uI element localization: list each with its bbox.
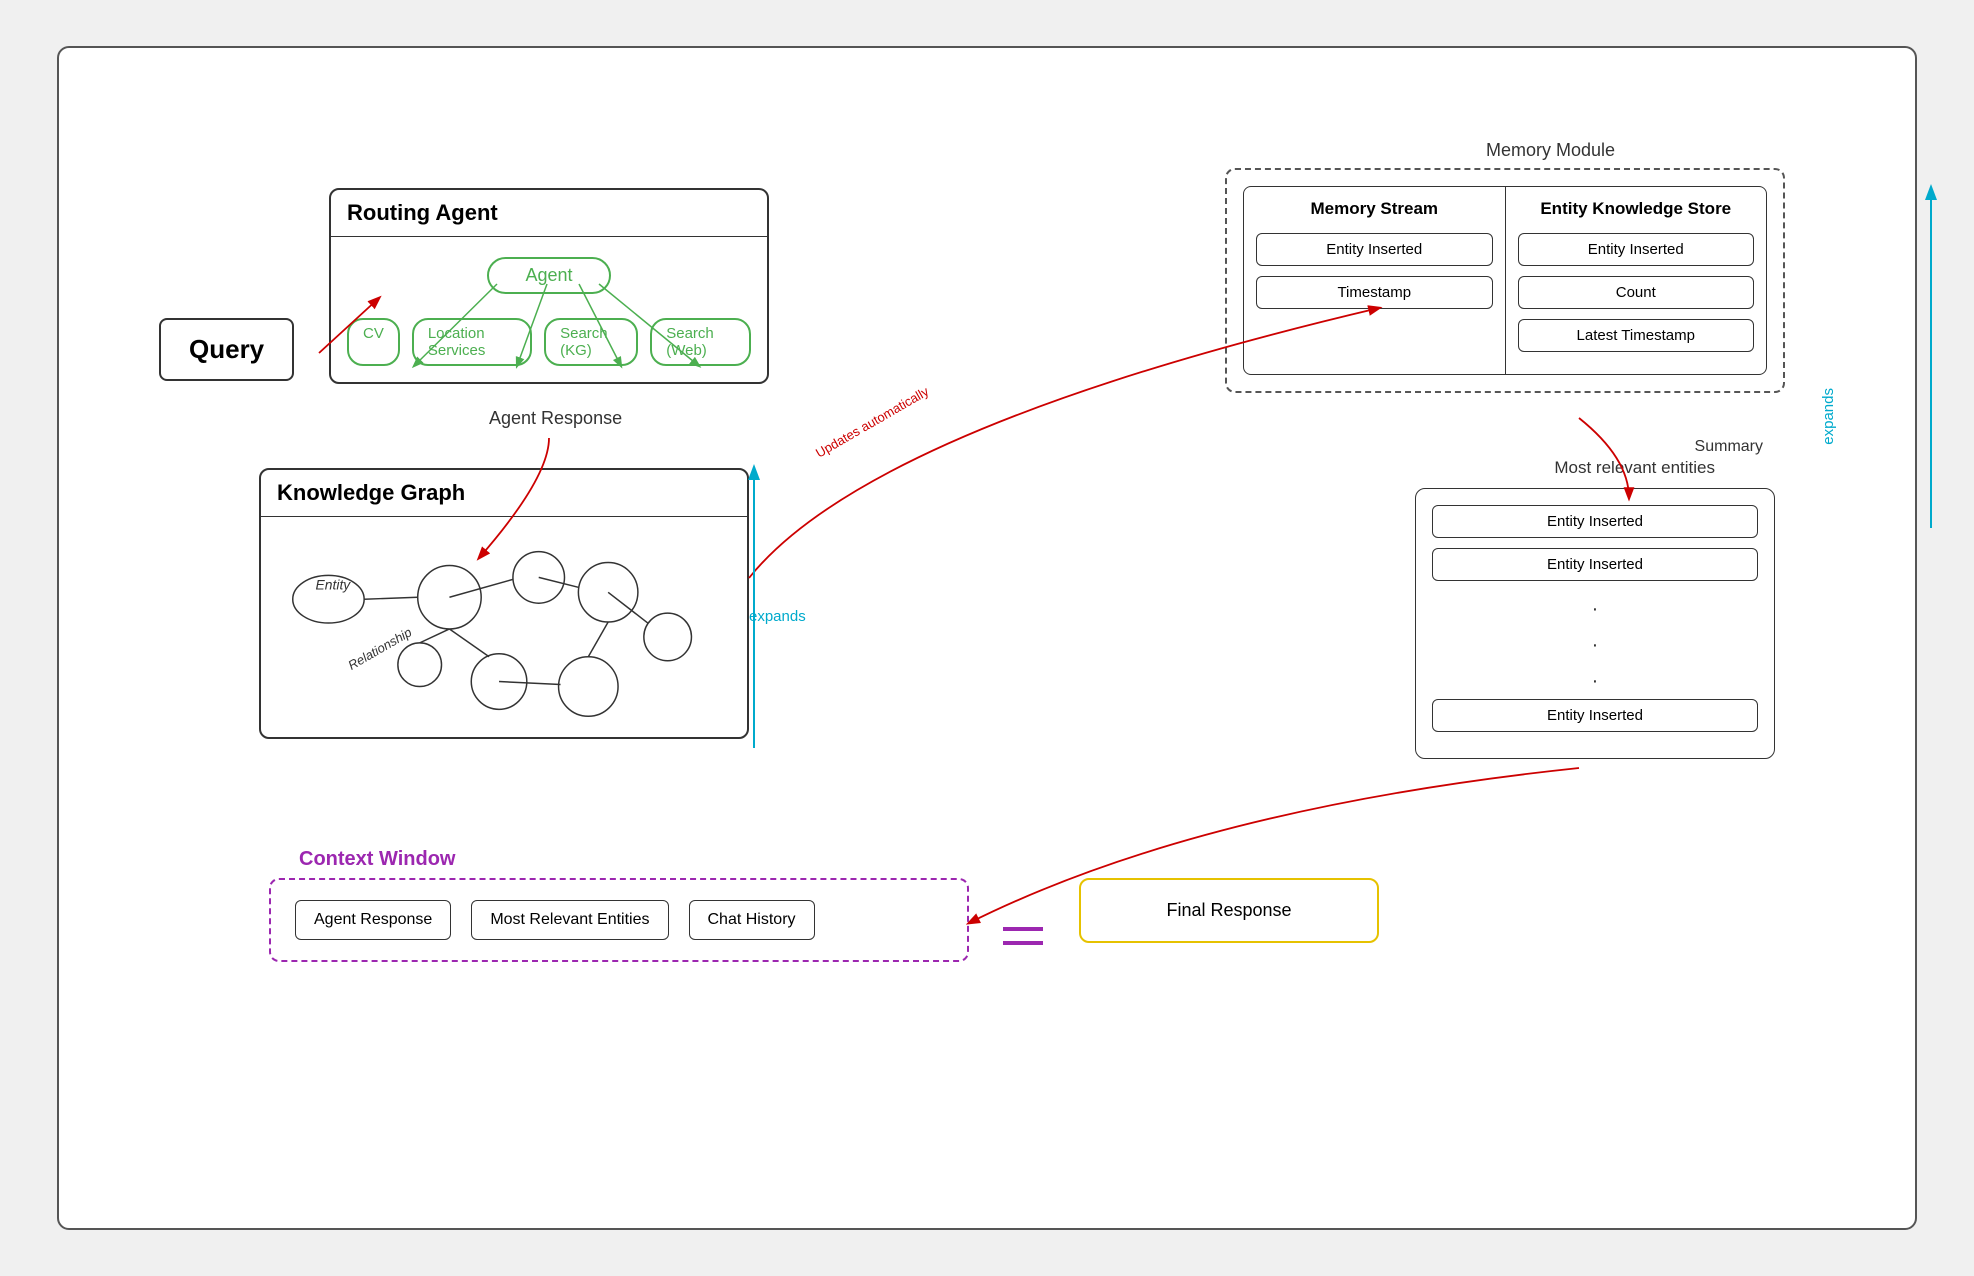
mr-item-0: Entity Inserted <box>1432 505 1758 538</box>
query-box: Query <box>159 318 294 381</box>
ek-item-1: Count <box>1518 276 1755 309</box>
context-window-label: Context Window <box>299 848 455 871</box>
memory-module-box: Memory Stream Entity Inserted Timestamp … <box>1225 168 1785 393</box>
routing-agent-title: Routing Agent <box>331 190 767 237</box>
memory-stream-title: Memory Stream <box>1256 199 1493 219</box>
kg-body: Entity Relationship <box>261 517 747 737</box>
entity-knowledge-title: Entity Knowledge Store <box>1518 199 1755 219</box>
routing-agent-body: Agent CV Location Services Search (KG) S… <box>331 237 767 382</box>
ms-item-0: Entity Inserted <box>1256 233 1493 266</box>
ek-item-2: Latest Timestamp <box>1518 319 1755 352</box>
outer-frame: Query Routing Agent Agent CV Location Se… <box>57 46 1917 1230</box>
routing-agent-box: Routing Agent Agent CV Location Services… <box>329 188 769 384</box>
most-relevant-box: Entity Inserted Entity Inserted ··· Enti… <box>1415 488 1775 759</box>
context-window-box: Agent Response Most Relevant Entities Ch… <box>269 878 969 962</box>
entity-knowledge: Entity Knowledge Store Entity Inserted C… <box>1506 187 1767 374</box>
context-most-relevant: Most Relevant Entities <box>471 900 668 940</box>
diagram: Query Routing Agent Agent CV Location Se… <box>99 88 1875 1188</box>
svg-text:Updates automatically: Updates automatically <box>813 383 932 460</box>
agent-response-label: Agent Response <box>489 408 622 429</box>
ek-item-0: Entity Inserted <box>1518 233 1755 266</box>
tool-search-kg: Search (KG) <box>544 318 638 366</box>
context-agent-response: Agent Response <box>295 900 451 940</box>
kg-svg: Entity Relationship <box>261 517 747 737</box>
mr-item-1: Entity Inserted <box>1432 548 1758 581</box>
tool-cv: CV <box>347 318 400 366</box>
final-response-box: Final Response <box>1079 878 1379 943</box>
tool-location: Location Services <box>412 318 532 366</box>
expands-right-label: expands <box>1820 388 1837 445</box>
agent-pill: Agent <box>487 257 610 294</box>
kg-title: Knowledge Graph <box>261 470 747 517</box>
mr-item-2: Entity Inserted <box>1432 699 1758 732</box>
summary-label: Summary <box>1695 438 1763 456</box>
most-relevant-label: Most relevant entities <box>1554 458 1715 478</box>
memory-module-label: Memory Module <box>1486 140 1615 161</box>
memory-stream: Memory Stream Entity Inserted Timestamp <box>1244 187 1506 374</box>
final-response-label: Final Response <box>1166 900 1291 920</box>
memory-module-inner: Memory Stream Entity Inserted Timestamp … <box>1243 186 1767 375</box>
expands-mid-label: expands <box>749 608 806 625</box>
kg-box: Knowledge Graph Entity Relationship <box>259 468 749 739</box>
query-label: Query <box>189 334 264 364</box>
tool-search-web: Search (Web) <box>650 318 751 366</box>
context-chat-history: Chat History <box>689 900 815 940</box>
tool-row: CV Location Services Search (KG) Search … <box>347 318 751 366</box>
ms-item-1: Timestamp <box>1256 276 1493 309</box>
equals-sign <box>999 913 1047 970</box>
equals-svg <box>999 913 1047 961</box>
dot-row: ··· <box>1432 591 1758 699</box>
